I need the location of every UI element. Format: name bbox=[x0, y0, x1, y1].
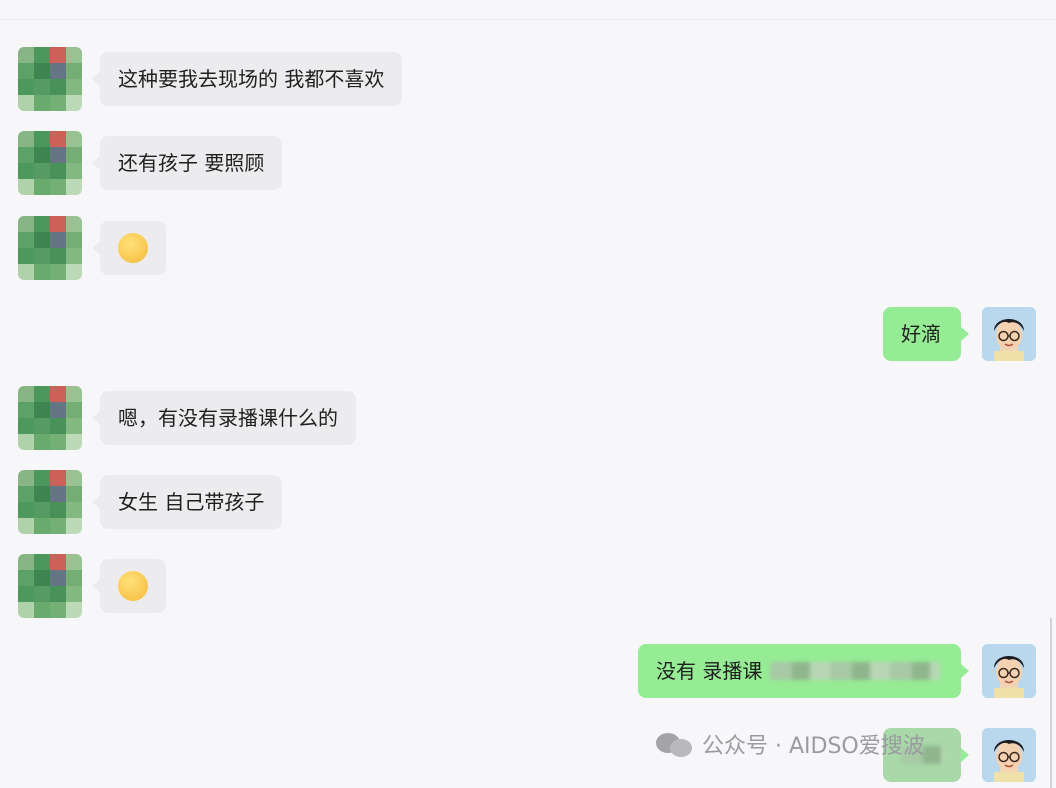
watermark: 公众号 · AIDSO爱搜波 bbox=[656, 728, 925, 760]
contact-avatar[interactable] bbox=[18, 554, 82, 618]
pleading-face-emoji-icon bbox=[118, 232, 148, 263]
wechat-icon bbox=[656, 731, 694, 757]
scrollbar[interactable] bbox=[1050, 618, 1052, 788]
my-avatar[interactable] bbox=[982, 307, 1036, 361]
incoming-message-bubble[interactable] bbox=[92, 221, 166, 275]
contact-avatar[interactable] bbox=[18, 216, 82, 280]
message-text: 没有 录播课 bbox=[656, 659, 763, 683]
my-avatar[interactable] bbox=[982, 728, 1036, 782]
message-text: 这种要我去现场的 我都不喜欢 bbox=[118, 67, 385, 91]
cartoon-face-icon bbox=[982, 728, 1036, 782]
message-text: 嗯，有没有录播课什么的 bbox=[118, 406, 338, 430]
message-text: 还有孩子 要照顾 bbox=[118, 151, 265, 175]
contact-avatar[interactable] bbox=[18, 470, 82, 534]
incoming-message-bubble[interactable]: 女生 自己带孩子 bbox=[91, 475, 283, 529]
message-text: 好滴 bbox=[901, 322, 941, 346]
divider bbox=[0, 19, 1056, 20]
cartoon-face-icon bbox=[982, 644, 1036, 698]
incoming-message-bubble[interactable]: 这种要我去现场的 我都不喜欢 bbox=[91, 52, 403, 106]
incoming-message-bubble[interactable] bbox=[92, 559, 166, 613]
watermark-text: 公众号 · AIDSO爱搜波 bbox=[702, 734, 925, 759]
incoming-message-bubble[interactable]: 嗯，有没有录播课什么的 bbox=[92, 391, 356, 445]
outgoing-message-bubble[interactable]: 没有 录播课 bbox=[638, 644, 969, 698]
redacted-text bbox=[770, 661, 941, 680]
contact-avatar[interactable] bbox=[18, 386, 82, 450]
smiling-face-emoji-icon bbox=[118, 570, 148, 601]
contact-avatar[interactable] bbox=[18, 131, 82, 195]
cartoon-face-icon bbox=[982, 307, 1036, 361]
message-text: 女生 自己带孩子 bbox=[118, 490, 265, 514]
my-avatar[interactable] bbox=[982, 644, 1036, 698]
contact-avatar[interactable] bbox=[18, 47, 82, 111]
outgoing-message-bubble[interactable]: 好滴 bbox=[883, 307, 969, 361]
incoming-message-bubble[interactable]: 还有孩子 要照顾 bbox=[91, 136, 283, 190]
